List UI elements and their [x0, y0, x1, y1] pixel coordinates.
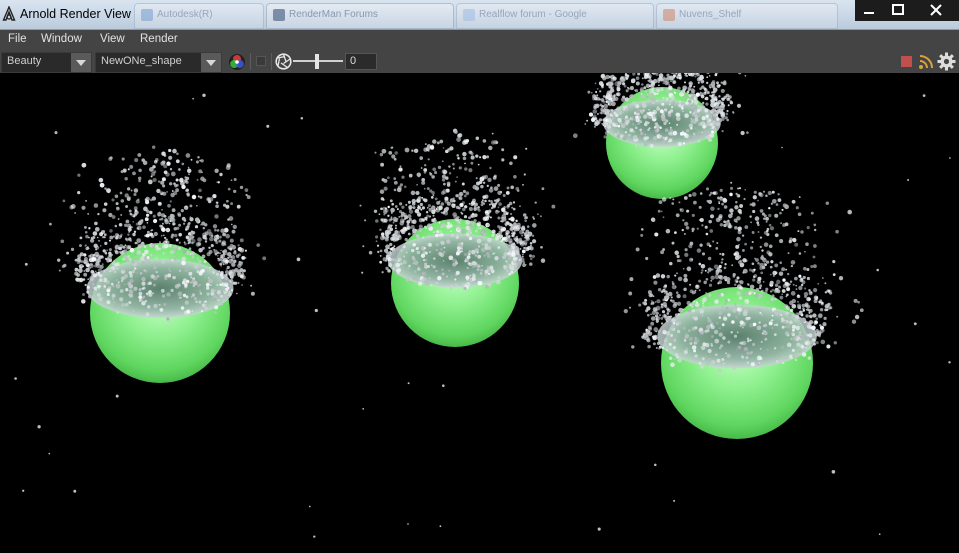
stray-droplet — [48, 452, 51, 455]
stray-droplet — [381, 178, 385, 182]
aov-dropdown[interactable]: Beauty — [1, 52, 92, 73]
window-title: Arnold Render View — [20, 7, 131, 21]
stray-droplet — [192, 97, 194, 100]
splash-ball — [359, 128, 556, 347]
stray-droplet — [22, 489, 25, 492]
close-icon — [930, 4, 942, 16]
maximize-button[interactable] — [884, 0, 912, 20]
render-image — [14, 73, 951, 538]
stray-droplet — [597, 527, 601, 531]
render-viewport[interactable] — [0, 73, 959, 553]
menu-view[interactable]: View — [100, 33, 125, 45]
tab-icon — [141, 9, 153, 21]
stray-droplet — [314, 308, 318, 313]
toolbar-separator — [271, 53, 272, 70]
stray-droplet — [300, 116, 304, 120]
menu-bar: File Window View Render — [0, 30, 959, 50]
ipr-refresh-icon[interactable] — [918, 53, 935, 70]
stray-droplet — [876, 268, 879, 272]
splash-ball — [49, 145, 267, 383]
stray-droplet — [878, 533, 881, 536]
menu-render[interactable]: Render — [140, 33, 178, 45]
checkbox-icon[interactable] — [256, 56, 267, 67]
stray-droplet — [14, 377, 17, 380]
stray-droplet — [907, 179, 910, 181]
background-tab: Realflow forum - Google — [456, 3, 654, 29]
stray-droplet — [949, 157, 951, 159]
stray-droplet — [296, 257, 301, 262]
stray-droplet — [362, 408, 365, 410]
exposure-input[interactable]: 0 — [345, 53, 377, 70]
stray-droplet — [922, 94, 926, 97]
background-browser-tabs: Autodesk(R) RenderMan Forums Realflow fo… — [134, 3, 844, 29]
settings-gear-icon[interactable] — [937, 52, 956, 71]
stray-droplet — [407, 382, 410, 385]
chevron-down-icon — [201, 53, 221, 72]
background-tab-label: RenderMan Forums — [289, 9, 378, 20]
arnold-logo-icon — [2, 6, 16, 21]
minimize-button[interactable] — [855, 0, 883, 20]
maximize-icon — [892, 4, 904, 15]
stop-render-icon[interactable] — [901, 56, 912, 67]
color-wheel-icon[interactable] — [228, 53, 246, 71]
background-tab: RenderMan Forums — [266, 3, 454, 29]
tab-icon — [463, 9, 475, 21]
camera-dropdown-value: NewONe_shape — [101, 55, 182, 67]
camera-dropdown[interactable]: NewONe_shape — [95, 52, 222, 73]
stray-droplet — [654, 463, 657, 467]
stray-droplet — [491, 132, 494, 135]
background-tab: Autodesk(R) — [134, 3, 264, 29]
exposure-slider-handle[interactable] — [315, 54, 319, 69]
minimize-icon — [864, 12, 874, 14]
render-toolbar: Beauty NewONe_shape 0 — [0, 50, 959, 73]
stray-droplet — [831, 470, 836, 474]
stray-droplet — [115, 394, 119, 398]
stray-droplet — [948, 361, 951, 364]
stray-droplet — [73, 489, 77, 493]
close-button[interactable] — [913, 0, 959, 20]
stray-droplet — [913, 322, 917, 326]
menu-file[interactable]: File — [8, 33, 27, 45]
background-tab: Nuvens_Shelf — [656, 3, 838, 29]
stray-droplet — [781, 146, 783, 149]
stray-droplet — [308, 505, 311, 508]
tab-icon — [663, 9, 675, 21]
stray-droplet — [407, 523, 409, 525]
stray-droplet — [596, 94, 599, 97]
toolbar-separator — [250, 53, 251, 70]
stray-droplet — [421, 177, 426, 182]
stray-droplet — [641, 228, 644, 231]
background-tab-label: Nuvens_Shelf — [679, 9, 742, 20]
stray-droplet — [475, 136, 480, 140]
stray-droplet — [37, 425, 41, 429]
splash-ball — [623, 181, 864, 439]
background-tab-label: Realflow forum - Google — [479, 9, 587, 20]
aperture-icon[interactable] — [275, 53, 292, 70]
menu-window[interactable]: Window — [41, 33, 82, 45]
chevron-down-icon — [71, 53, 91, 72]
background-tab-label: Autodesk(R) — [157, 9, 213, 20]
aov-dropdown-value: Beauty — [7, 55, 42, 67]
stray-droplet — [202, 93, 206, 98]
splash-ball — [572, 73, 749, 199]
tab-icon — [273, 9, 285, 21]
stray-droplet — [439, 525, 442, 528]
stray-droplet — [24, 262, 28, 266]
stray-droplet — [266, 124, 270, 128]
stray-droplet — [716, 81, 719, 85]
window-controls — [855, 0, 959, 21]
stray-droplet — [442, 384, 445, 387]
window-titlebar[interactable]: Arnold Render View Autodesk(R) RenderMan… — [0, 0, 959, 30]
stray-droplet — [673, 499, 676, 502]
stray-droplet — [54, 131, 58, 135]
stray-droplet — [313, 535, 316, 538]
